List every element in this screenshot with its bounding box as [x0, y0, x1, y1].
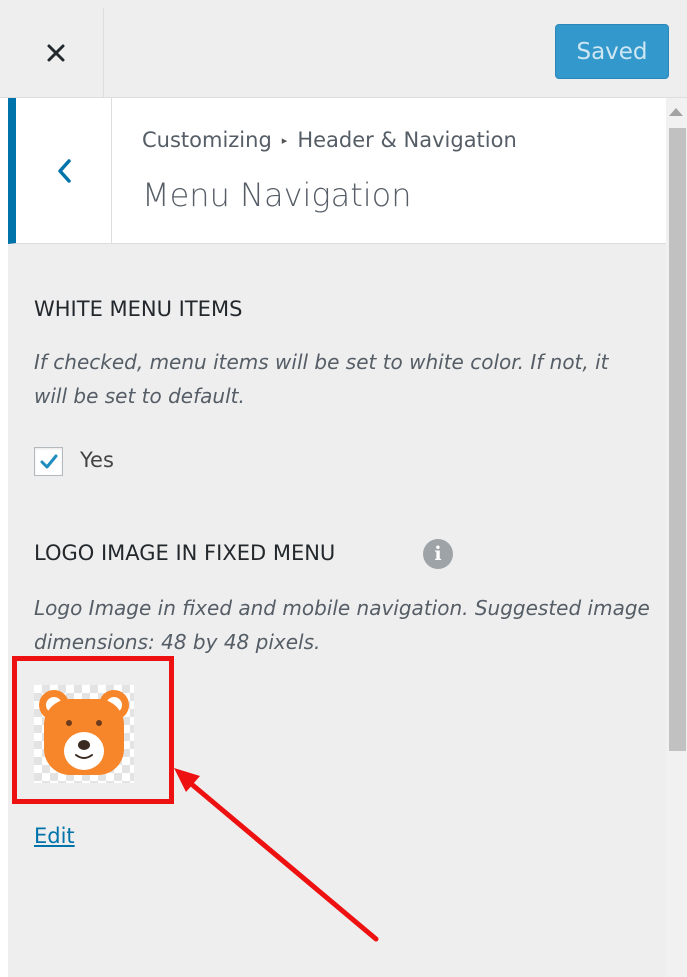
- white-menu-title: WHITE MENU ITEMS: [34, 297, 243, 321]
- customizer-header: Saved: [0, 0, 687, 98]
- checkmark-icon: [40, 454, 57, 468]
- highlight-box: [12, 656, 174, 804]
- white-menu-checkbox[interactable]: [34, 447, 63, 476]
- info-icon[interactable]: i: [423, 539, 453, 569]
- scrollbar-thumb[interactable]: [669, 128, 686, 751]
- saved-button[interactable]: Saved: [555, 24, 669, 79]
- chevron-left-icon: [57, 158, 71, 183]
- scroll-up-arrow[interactable]: [669, 108, 683, 116]
- breadcrumb-separator: ▸: [281, 133, 288, 147]
- breadcrumb-root: Customizing: [142, 128, 272, 152]
- breadcrumb: Customizing ▸ Header & Navigation: [142, 128, 517, 152]
- page-title: Menu Navigation: [142, 176, 412, 214]
- breadcrumb-parent: Header & Navigation: [297, 128, 517, 152]
- section-header: Customizing ▸ Header & Navigation Menu N…: [8, 98, 666, 244]
- logo-fixed-title: LOGO IMAGE IN FIXED MENU: [34, 541, 336, 565]
- back-button[interactable]: [16, 98, 112, 243]
- edit-logo-link[interactable]: Edit: [34, 824, 75, 848]
- close-icon: [47, 44, 64, 61]
- white-menu-description: If checked, menu items will be set to wh…: [34, 350, 609, 408]
- white-menu-checkbox-label[interactable]: Yes: [80, 448, 114, 472]
- close-button[interactable]: [8, 8, 104, 97]
- logo-fixed-description: Logo Image in fixed and mobile navigatio…: [34, 596, 650, 654]
